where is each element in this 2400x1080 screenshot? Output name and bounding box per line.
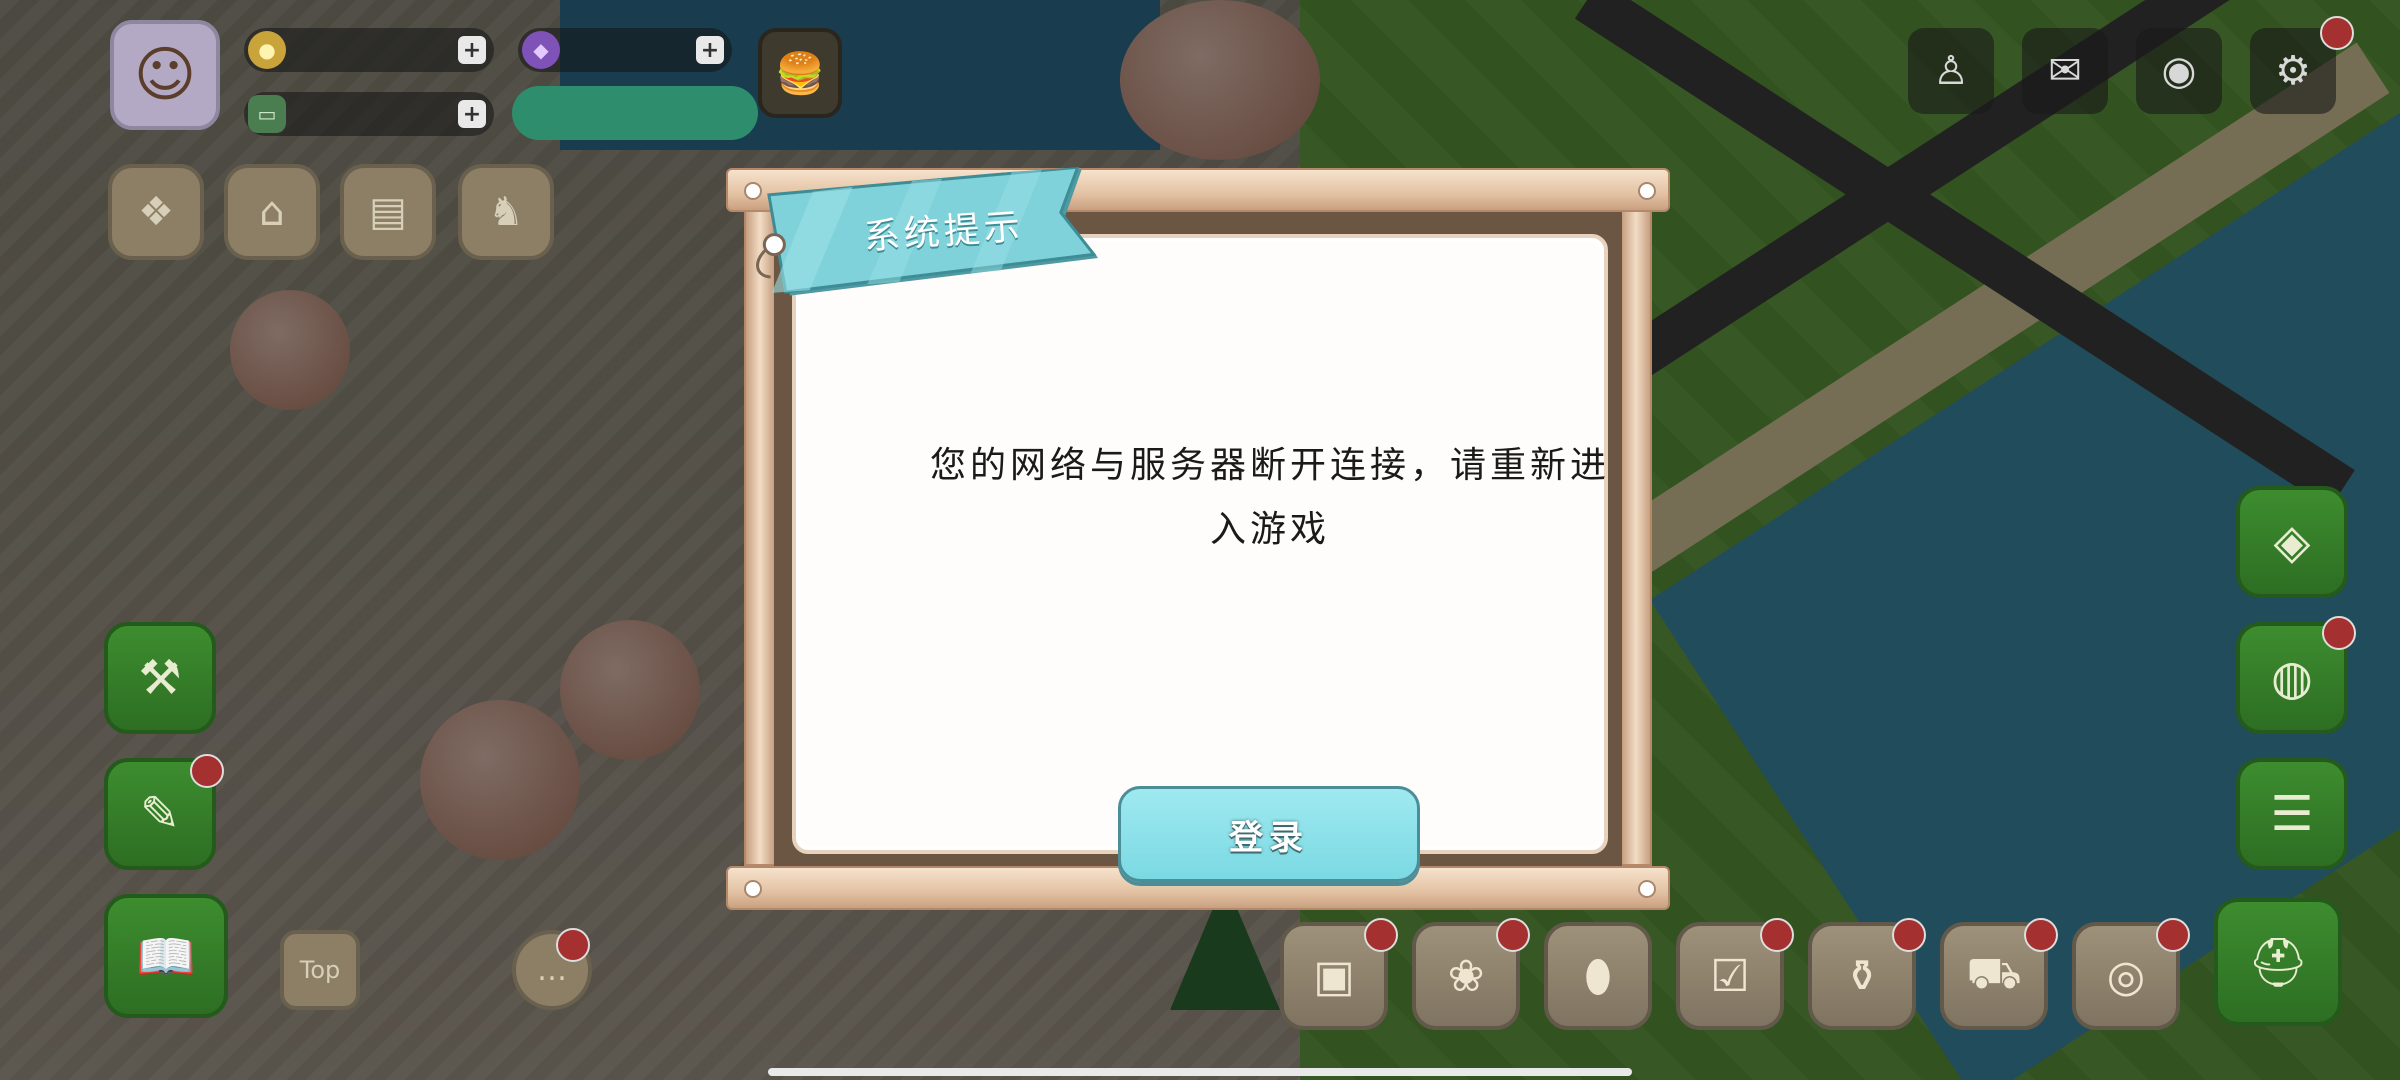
top-ranking-icon[interactable]: Top bbox=[280, 930, 360, 1010]
scroll-post-right bbox=[1620, 210, 1652, 866]
coin-icon: ● bbox=[248, 31, 286, 69]
notification-badge bbox=[2322, 616, 2356, 650]
nail-icon bbox=[744, 880, 762, 898]
notes-icon[interactable]: ☰ bbox=[2236, 758, 2348, 870]
notification-badge bbox=[556, 928, 590, 962]
food-icon[interactable]: 🍔 bbox=[758, 28, 842, 118]
notification-badge bbox=[190, 754, 224, 788]
character-icon[interactable]: ♙ bbox=[1908, 28, 1994, 114]
dialog-message: 您的网络与服务器断开连接，请重新进入游戏 bbox=[929, 445, 1610, 550]
character-shop-icon[interactable]: ♞ bbox=[458, 164, 554, 260]
add-gem-button[interactable]: + bbox=[696, 36, 724, 64]
nail-icon bbox=[1638, 880, 1656, 898]
ticket-icon: ▭ bbox=[248, 95, 286, 133]
notification-badge bbox=[1496, 918, 1530, 952]
energy-counter: ▭ + bbox=[244, 92, 494, 136]
balloon-icon[interactable]: ⬮ bbox=[1544, 922, 1652, 1030]
gem-counter: ◆ + bbox=[518, 28, 732, 72]
book-icon[interactable]: 📖 bbox=[104, 894, 228, 1018]
album-icon[interactable]: ◈ bbox=[2236, 486, 2348, 598]
store-icon[interactable]: ▤ bbox=[340, 164, 436, 260]
notification-badge bbox=[1760, 918, 1794, 952]
notification-badge bbox=[2156, 918, 2190, 952]
login-button-label: 登录 bbox=[1229, 817, 1309, 858]
mail-icon[interactable]: ✉ bbox=[2022, 28, 2108, 114]
avatar-face-icon: ☺ bbox=[133, 40, 197, 110]
camera-icon[interactable]: ◉ bbox=[2136, 28, 2222, 114]
home-indicator[interactable] bbox=[768, 1068, 1632, 1076]
add-gold-button[interactable]: + bbox=[458, 36, 486, 64]
build-icon[interactable]: ⚒ bbox=[104, 622, 216, 734]
nail-icon bbox=[1638, 182, 1656, 200]
hardhat-icon[interactable]: ⛑ bbox=[2214, 898, 2342, 1026]
house-icon[interactable]: ⌂ bbox=[224, 164, 320, 260]
event-button[interactable] bbox=[512, 86, 758, 140]
gem-icon: ◆ bbox=[522, 31, 560, 69]
system-dialog: 您的网络与服务器断开连接，请重新进入游戏 登录 系统提示 bbox=[726, 165, 1670, 914]
add-energy-button[interactable]: + bbox=[458, 100, 486, 128]
login-button[interactable]: 登录 bbox=[1118, 786, 1420, 882]
gold-counter: ● + bbox=[244, 28, 494, 72]
notification-badge bbox=[1364, 918, 1398, 952]
notification-badge bbox=[2024, 918, 2058, 952]
dialog-paper: 您的网络与服务器断开连接，请重新进入游戏 登录 bbox=[792, 234, 1608, 882]
shop-icon[interactable]: ❖ bbox=[108, 164, 204, 260]
notification-badge bbox=[1892, 918, 1926, 952]
scroll-post-left bbox=[744, 210, 776, 866]
player-avatar[interactable]: ☺ bbox=[110, 20, 220, 130]
notification-badge bbox=[2320, 16, 2354, 50]
